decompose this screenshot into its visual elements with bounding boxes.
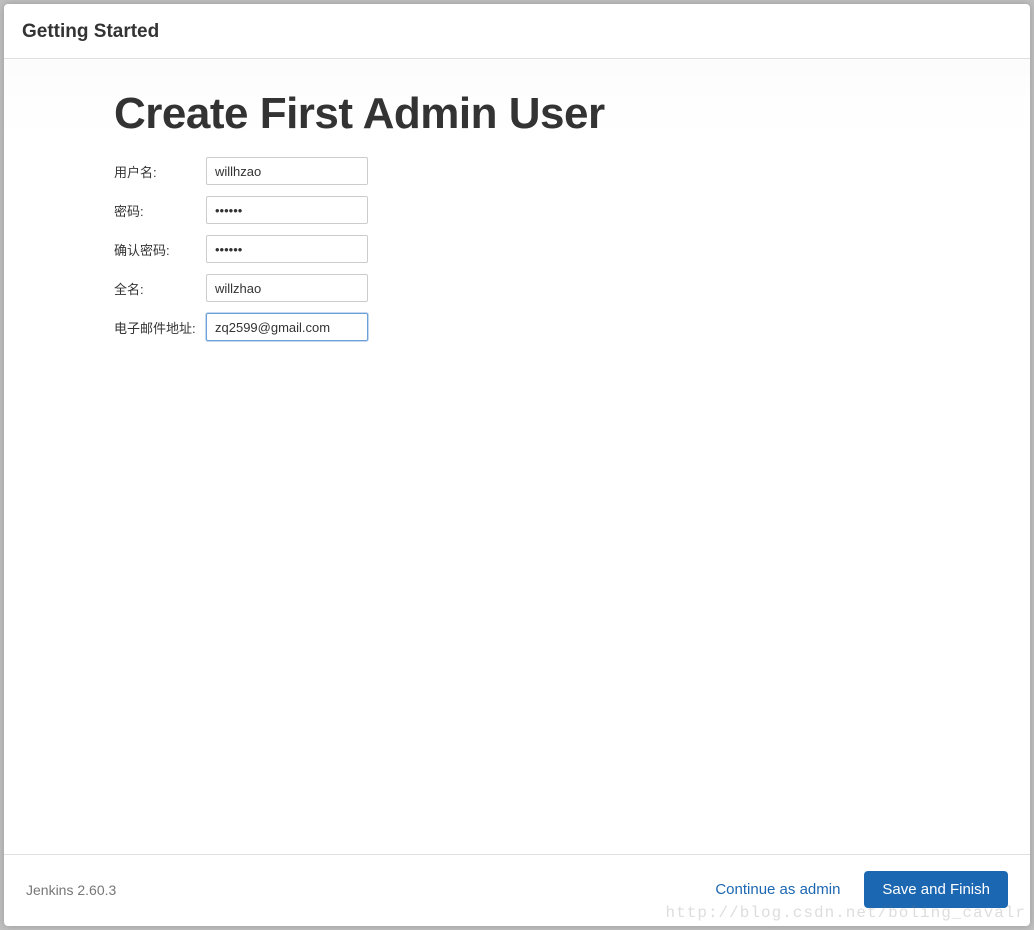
- setup-wizard-modal: Getting Started Create First Admin User …: [4, 4, 1030, 926]
- username-label: 用户名:: [114, 162, 206, 181]
- modal-footer: Jenkins 2.60.3 Continue as admin Save an…: [4, 854, 1030, 926]
- confirm-password-field[interactable]: [206, 235, 368, 263]
- form-row-username: 用户名:: [114, 157, 920, 185]
- modal-header: Getting Started: [4, 4, 1030, 59]
- form-row-email: 电子邮件地址:: [114, 313, 920, 341]
- password-label: 密码:: [114, 201, 206, 220]
- fullname-field[interactable]: [206, 274, 368, 302]
- username-field[interactable]: [206, 157, 368, 185]
- confirm-password-label: 确认密码:: [114, 240, 206, 259]
- password-field[interactable]: [206, 196, 368, 224]
- modal-content: Create First Admin User 用户名: 密码: 确认密码: 全…: [4, 59, 1030, 854]
- form-row-confirm: 确认密码:: [114, 235, 920, 263]
- form-row-password: 密码:: [114, 196, 920, 224]
- modal-header-title: Getting Started: [22, 21, 1012, 43]
- version-text: Jenkins 2.60.3: [26, 882, 715, 898]
- fullname-label: 全名:: [114, 279, 206, 298]
- continue-as-admin-button[interactable]: Continue as admin: [715, 881, 840, 898]
- email-label: 电子邮件地址:: [114, 318, 206, 337]
- form-row-fullname: 全名:: [114, 274, 920, 302]
- page-title: Create First Admin User: [114, 89, 920, 139]
- email-field[interactable]: [206, 313, 368, 341]
- save-and-finish-button[interactable]: Save and Finish: [864, 871, 1008, 908]
